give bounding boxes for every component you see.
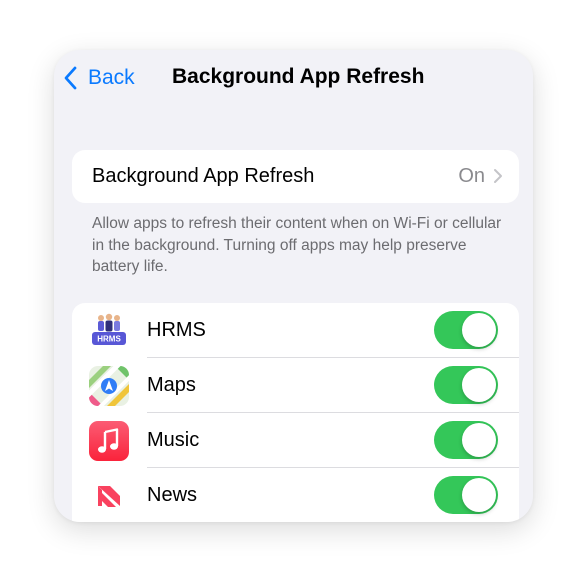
maps-icon <box>89 366 129 406</box>
toggle-knob <box>462 478 496 512</box>
list-item-music: Music <box>72 413 519 468</box>
app-name: HRMS <box>147 319 206 341</box>
list-item-maps: Maps <box>72 358 519 413</box>
app-name: Music <box>147 429 200 451</box>
hrms-icon: HRMS <box>89 311 129 351</box>
list-item-news: News <box>72 468 519 522</box>
background-refresh-setting-row[interactable]: Background App Refresh On <box>72 150 519 203</box>
svg-text:HRMS: HRMS <box>97 335 121 344</box>
footnote-text: Allow apps to refresh their content when… <box>92 215 502 275</box>
back-button[interactable]: Back <box>62 64 135 92</box>
toggle-knob <box>462 313 496 347</box>
toggle-knob <box>462 368 496 402</box>
setting-value: On <box>458 165 485 187</box>
chevron-right-icon <box>494 169 502 183</box>
news-icon <box>89 476 129 516</box>
app-name: Maps <box>147 374 196 396</box>
app-name: News <box>147 484 198 506</box>
setting-label: Background App Refresh <box>92 165 315 187</box>
app-list: HRMS HRMS Maps Music News <box>72 303 519 522</box>
music-refresh-toggle[interactable] <box>434 421 498 459</box>
toggle-knob <box>462 423 496 457</box>
music-icon <box>89 421 129 461</box>
page-title: Background App Refresh <box>172 65 425 88</box>
back-label: Back <box>88 66 135 89</box>
list-item-hrms: HRMS HRMS <box>72 303 519 358</box>
news-refresh-toggle[interactable] <box>434 476 498 514</box>
settings-screen: Back Background App Refresh Background A… <box>54 50 533 522</box>
chevron-left-icon <box>64 66 77 90</box>
maps-refresh-toggle[interactable] <box>434 366 498 404</box>
hrms-refresh-toggle[interactable] <box>434 311 498 349</box>
